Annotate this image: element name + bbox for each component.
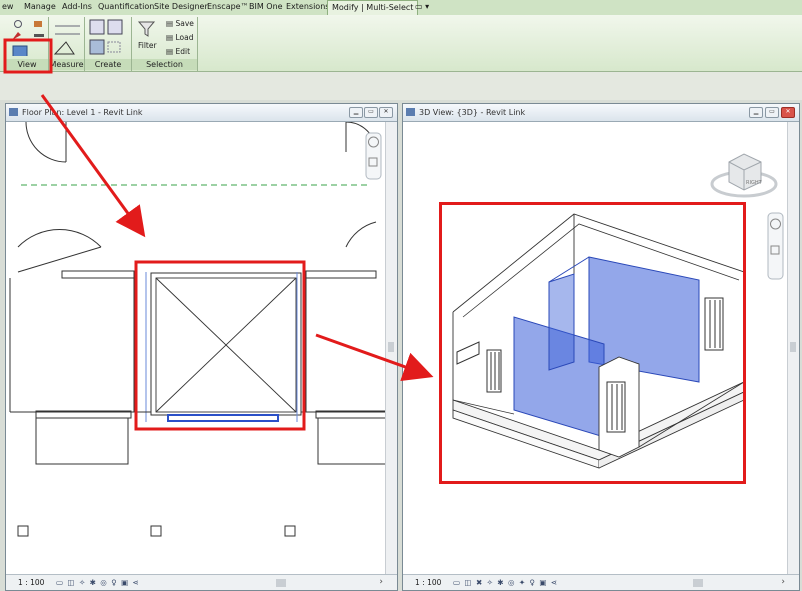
view-panel-highlight-box	[3, 38, 53, 74]
arrow-to-3d	[315, 333, 434, 382]
annotation-overlay	[3, 38, 434, 382]
arrow-to-floorplan	[40, 94, 146, 238]
